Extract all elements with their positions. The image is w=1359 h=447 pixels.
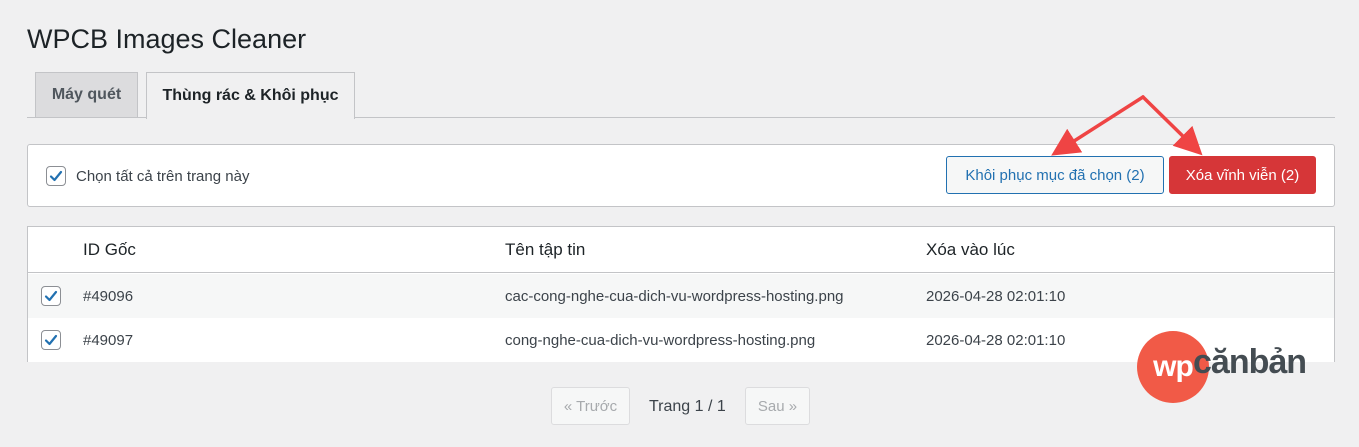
column-header-filename: Tên tập tin [505, 240, 586, 259]
check-icon [44, 334, 58, 346]
column-header-original-id: ID Gốc [83, 240, 136, 259]
select-all-label: Chọn tất cả trên trang này [76, 168, 250, 185]
table-row: #49096 cac-cong-nghe-cua-dich-vu-wordpre… [28, 274, 1334, 318]
page-title: WPCB Images Cleaner [27, 24, 307, 54]
next-page-button[interactable]: Sau » [745, 387, 810, 425]
cell-deleted-at: 2026-04-28 02:01:10 [926, 332, 1066, 349]
tab-scanner[interactable]: Máy quét [35, 72, 138, 117]
tab-bar: Máy quét Thùng rác & Khôi phục [27, 72, 1335, 119]
select-all-checkbox[interactable] [46, 166, 66, 186]
column-header-deleted-at: Xóa vào lúc [926, 240, 1015, 259]
wpcanban-logo: wp cănbản [1137, 331, 1337, 407]
cell-original-id: #49096 [83, 288, 134, 305]
cell-filename: cac-cong-nghe-cua-dich-vu-wordpress-host… [505, 288, 844, 305]
check-icon [44, 290, 58, 302]
logo-wordmark: cănbản [1193, 343, 1307, 381]
cell-original-id: #49097 [83, 332, 134, 349]
cell-deleted-at: 2026-04-28 02:01:10 [926, 288, 1066, 305]
cell-filename: cong-nghe-cua-dich-vu-wordpress-hosting.… [505, 332, 816, 349]
previous-page-button[interactable]: « Trước [551, 387, 630, 425]
delete-permanently-button[interactable]: Xóa vĩnh viễn (2) [1169, 156, 1316, 194]
row-checkbox[interactable] [41, 286, 61, 306]
bulk-actions-toolbar: Chọn tất cả trên trang này Khôi phục mục… [27, 144, 1335, 207]
check-icon [49, 170, 63, 182]
table-header: ID Gốc Tên tập tin Xóa vào lúc [28, 227, 1334, 273]
tab-trash-restore[interactable]: Thùng rác & Khôi phục [146, 72, 355, 119]
page-indicator: Trang 1 / 1 [649, 398, 726, 415]
restore-selected-button[interactable]: Khôi phục mục đã chọn (2) [946, 156, 1164, 194]
row-checkbox[interactable] [41, 330, 61, 350]
